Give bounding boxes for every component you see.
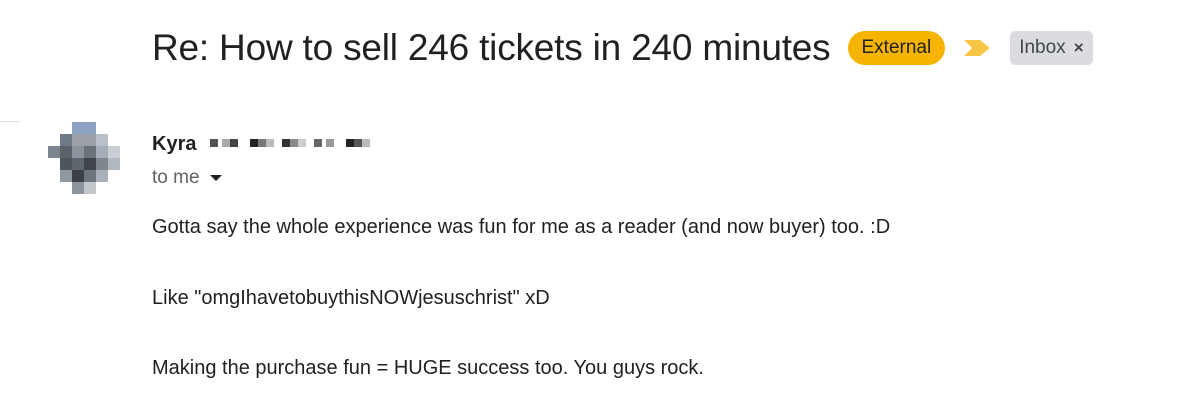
sender-name[interactable]: Kyra	[152, 133, 196, 156]
email-subject: Re: How to sell 246 tickets in 240 minut…	[152, 27, 831, 68]
avatar[interactable]	[48, 122, 120, 194]
external-badge: External	[847, 31, 946, 65]
label-chip-text: Inbox	[1019, 37, 1066, 58]
important-marker-icon[interactable]	[962, 38, 992, 58]
avatar-pixelated-image	[48, 122, 120, 194]
redacted-sender-address	[210, 135, 390, 153]
message-body-line: Like "omgIhavetobuythisNOWjesuschrist" x…	[152, 287, 550, 309]
message-body-line: Gotta say the whole experience was fun f…	[152, 216, 891, 238]
divider	[0, 121, 20, 122]
recipient-row: to me	[152, 165, 222, 191]
recipient-text: to me	[152, 167, 200, 188]
message-body-line: Making the purchase fun = HUGE success t…	[152, 357, 704, 379]
show-details-chevron-down-icon[interactable]	[209, 175, 222, 181]
label-chip-inbox: Inbox ×	[1010, 31, 1093, 65]
remove-label-icon[interactable]: ×	[1074, 38, 1084, 57]
subject-row: Re: How to sell 246 tickets in 240 minut…	[152, 22, 1093, 74]
sender-row: Kyra	[152, 131, 390, 157]
